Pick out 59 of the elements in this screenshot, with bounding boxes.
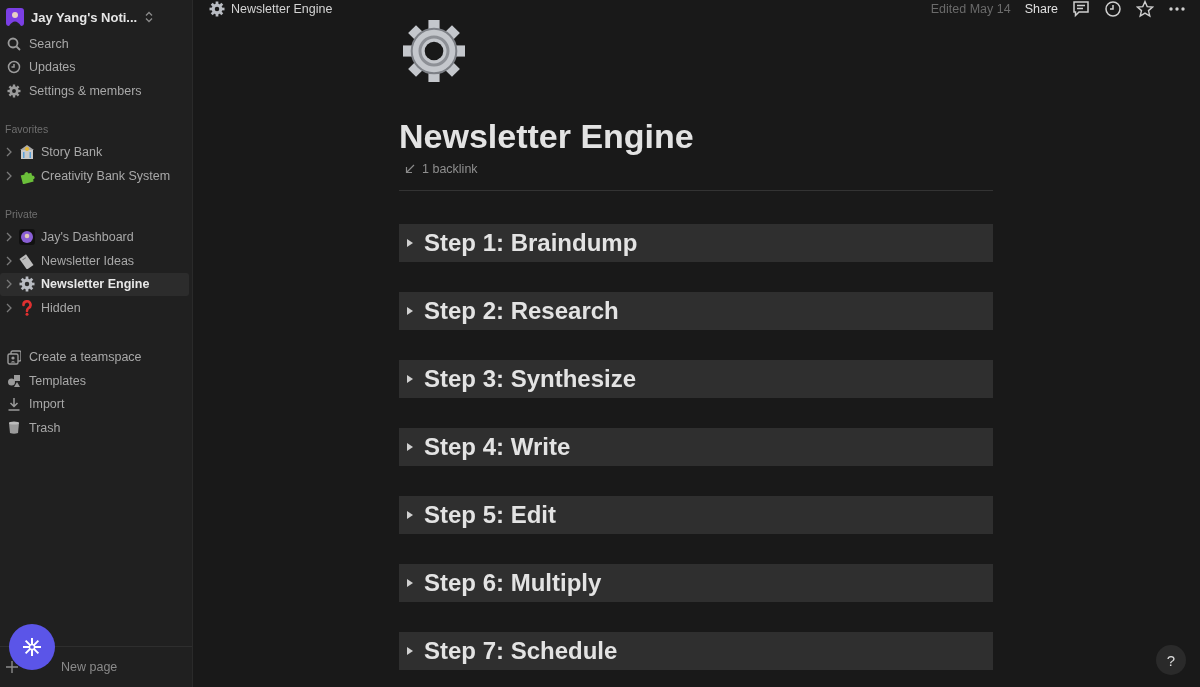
- teamspace-icon: [7, 349, 21, 365]
- section-label: Favorites: [4, 121, 50, 137]
- edited-date: Edited May 14: [930, 2, 1011, 16]
- assistant-button[interactable]: [9, 624, 55, 670]
- question-mark-icon: [19, 299, 35, 316]
- toggle-heading[interactable]: Step 6: Multiply: [399, 564, 993, 602]
- sidebar-page[interactable]: Newsletter Ideas: [0, 249, 189, 273]
- chevron-right-icon: [5, 232, 13, 243]
- toggle-heading[interactable]: Step 7: Schedule: [399, 632, 993, 670]
- share-button[interactable]: Share: [1024, 2, 1058, 16]
- workspace-switcher[interactable]: Jay Yang's Noti...: [0, 6, 192, 32]
- sidebar-item[interactable]: Templates: [0, 369, 189, 393]
- sidebar-item[interactable]: Settings & members: [0, 79, 189, 103]
- sparkle-icon: [22, 637, 42, 657]
- chevron-right-icon: [5, 147, 13, 158]
- sidebar-page[interactable]: Hidden: [0, 296, 189, 320]
- sidebar-item[interactable]: Import: [0, 392, 189, 416]
- toggle-heading[interactable]: Step 1: Braindump: [399, 224, 993, 262]
- new-page-button[interactable]: New page: [0, 655, 125, 679]
- chevron-right-icon: [5, 279, 13, 290]
- clock-icon: [7, 60, 21, 75]
- bank-icon: [19, 144, 35, 161]
- sidebar-item[interactable]: Search: [0, 32, 189, 56]
- gear-icon: [401, 18, 467, 84]
- breadcrumb[interactable]: Newsletter Engine: [209, 1, 333, 17]
- toggle-heading[interactable]: Step 3: Synthesize: [399, 360, 993, 398]
- up-down-chevron-icon: [144, 11, 155, 23]
- shapes-icon: [7, 373, 21, 389]
- sidebar-page[interactable]: Newsletter Engine: [0, 272, 189, 296]
- sidebar-page[interactable]: Creativity Bank System: [0, 164, 189, 188]
- gear-icon: [209, 1, 225, 17]
- toggle-heading[interactable]: Step 4: Write: [399, 428, 993, 466]
- sidebar-page[interactable]: Jay's Dashboard: [0, 225, 189, 249]
- chevron-right-icon: [5, 170, 13, 181]
- chevron-right-icon: [5, 255, 13, 266]
- backlink-link[interactable]: 1 backlink: [405, 162, 478, 176]
- chevron-right-icon: [5, 302, 13, 313]
- search-icon: [7, 36, 21, 51]
- page-title: Newsletter Engine: [399, 116, 694, 157]
- sidebar-item[interactable]: Create a teamspace: [0, 345, 189, 369]
- arrow-icon: [405, 164, 415, 174]
- avatar-icon: [6, 8, 24, 26]
- sidebar-item[interactable]: Updates: [0, 55, 189, 79]
- trash-icon: [7, 420, 21, 436]
- help-button[interactable]: ?: [1156, 645, 1186, 675]
- section-label: Private: [4, 206, 39, 222]
- toggle-heading[interactable]: Step 5: Edit: [399, 496, 993, 534]
- comment-icon[interactable]: [1072, 0, 1090, 18]
- download-icon: [7, 396, 21, 412]
- sidebar-item[interactable]: Trash: [0, 416, 189, 440]
- sidebar-page[interactable]: Story Bank: [0, 140, 189, 164]
- star-icon[interactable]: [1136, 0, 1154, 18]
- toggle-heading[interactable]: Step 2: Research: [399, 292, 993, 330]
- avatar-icon: [19, 229, 35, 246]
- gear-icon: [19, 276, 35, 293]
- settings-icon: [7, 83, 21, 98]
- workspace-name: Jay Yang's Noti...: [31, 9, 138, 25]
- clock-icon[interactable]: [1104, 0, 1122, 18]
- plus-icon: [5, 660, 19, 674]
